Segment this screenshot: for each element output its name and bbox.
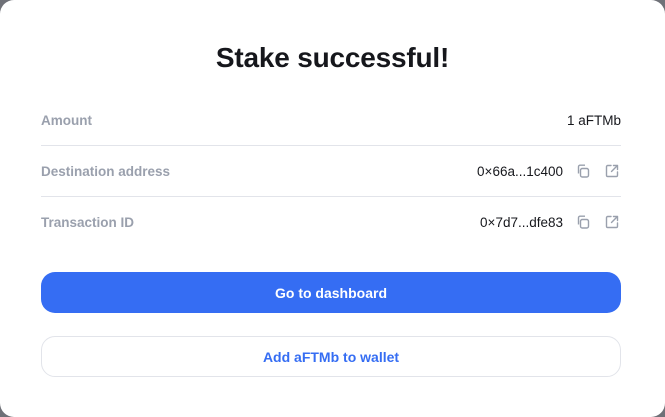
go-to-dashboard-button[interactable]: Go to dashboard [41,272,621,313]
copy-icon[interactable] [574,213,592,231]
add-to-wallet-button[interactable]: Add aFTMb to wallet [41,336,621,377]
details-list: Amount 1 aFTMb Destination address 0×66a… [41,95,621,247]
external-link-icon[interactable] [603,213,621,231]
amount-value-group: 1 aFTMb [567,113,621,128]
destination-address-value-group: 0×66a...1c400 [477,162,621,180]
destination-address-value: 0×66a...1c400 [477,163,563,179]
transaction-id-row: Transaction ID 0×7d7...dfe83 [41,197,621,247]
amount-value: 1 aFTMb [566,112,621,128]
stake-success-dialog: Stake successful! Amount 1 aFTMb Destina… [0,0,665,417]
destination-address-label: Destination address [41,163,171,179]
dialog-title: Stake successful! [215,42,450,73]
transaction-id-value-group: 0×7d7...dfe83 [480,213,621,231]
external-link-icon[interactable] [603,162,621,180]
transaction-id-label: Transaction ID [41,214,135,230]
transaction-id-value: 0×7d7...dfe83 [480,214,563,230]
copy-icon[interactable] [574,162,592,180]
amount-label: Amount [41,112,92,128]
amount-row: Amount 1 aFTMb [41,95,621,146]
destination-address-row: Destination address 0×66a...1c400 [41,146,621,197]
